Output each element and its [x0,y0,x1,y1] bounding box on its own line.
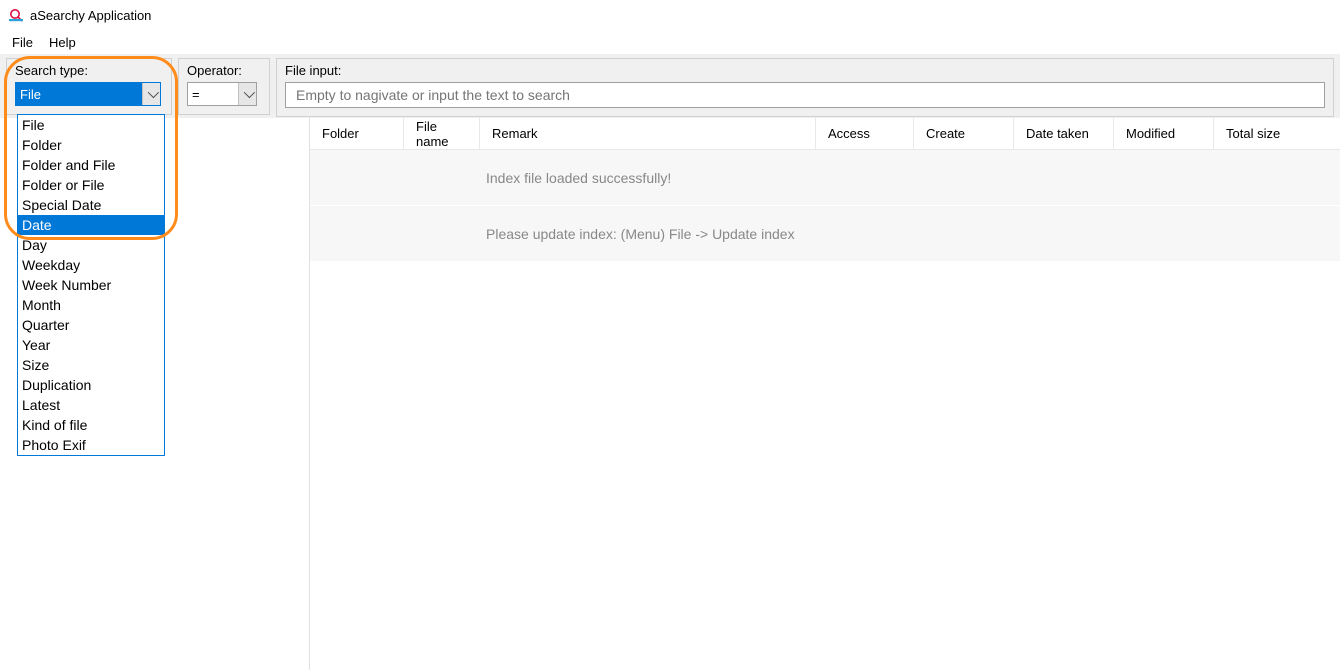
group-file-input: File input: [276,58,1334,117]
search-type-option[interactable]: Week Number [18,275,164,295]
search-type-option[interactable]: File [18,115,164,135]
search-type-option[interactable]: Month [18,295,164,315]
search-type-combobox[interactable]: File [15,82,161,106]
column-remark[interactable]: Remark [480,118,816,149]
status-message-loaded: Index file loaded successfully! [310,150,1340,206]
group-operator: Operator: = [178,58,270,115]
search-type-option[interactable]: Latest [18,395,164,415]
search-type-option[interactable]: Duplication [18,375,164,395]
column-folder[interactable]: Folder [310,118,404,149]
right-panel: Folder File name Remark Access Create Da… [310,118,1340,670]
search-type-option[interactable]: Photo Exif [18,435,164,455]
search-type-label: Search type: [15,63,163,78]
search-type-option[interactable]: Size [18,355,164,375]
column-modified[interactable]: Modified [1114,118,1214,149]
toolbar: Search type: File Operator: = File input… [0,54,1340,118]
app-icon [8,7,24,23]
operator-label: Operator: [187,63,261,78]
search-type-option[interactable]: Folder [18,135,164,155]
titlebar: aSearchy Application [0,0,1340,30]
menubar: File Help [0,30,1340,54]
search-type-dropdown[interactable]: FileFolderFolder and FileFolder or FileS… [17,114,165,456]
operator-combobox[interactable]: = [187,82,257,106]
search-type-option[interactable]: Quarter [18,315,164,335]
column-create[interactable]: Create [914,118,1014,149]
search-type-option[interactable]: Year [18,335,164,355]
search-type-option[interactable]: Day [18,235,164,255]
status-message-update: Please update index: (Menu) File -> Upda… [310,206,1340,262]
menu-file[interactable]: File [4,33,41,52]
column-access[interactable]: Access [816,118,914,149]
search-type-option[interactable]: Date [18,215,164,235]
column-date-taken[interactable]: Date taken [1014,118,1114,149]
column-total-size[interactable]: Total size [1214,118,1340,149]
chevron-down-icon[interactable] [238,83,256,105]
search-type-value: File [16,83,142,105]
group-search-type: Search type: File [6,58,172,115]
chevron-down-icon[interactable] [142,83,160,105]
column-file-name[interactable]: File name [404,118,480,149]
search-type-option[interactable]: Folder and File [18,155,164,175]
table-header: Folder File name Remark Access Create Da… [310,118,1340,150]
app-title: aSearchy Application [30,8,151,23]
search-type-option[interactable]: Special Date [18,195,164,215]
content: Folder File name Remark Access Create Da… [0,118,1340,670]
search-type-option[interactable]: Weekday [18,255,164,275]
operator-value: = [188,83,238,105]
file-input-label: File input: [285,63,1325,78]
menu-help[interactable]: Help [41,33,84,52]
search-type-option[interactable]: Kind of file [18,415,164,435]
search-type-option[interactable]: Folder or File [18,175,164,195]
search-input[interactable] [285,82,1325,108]
